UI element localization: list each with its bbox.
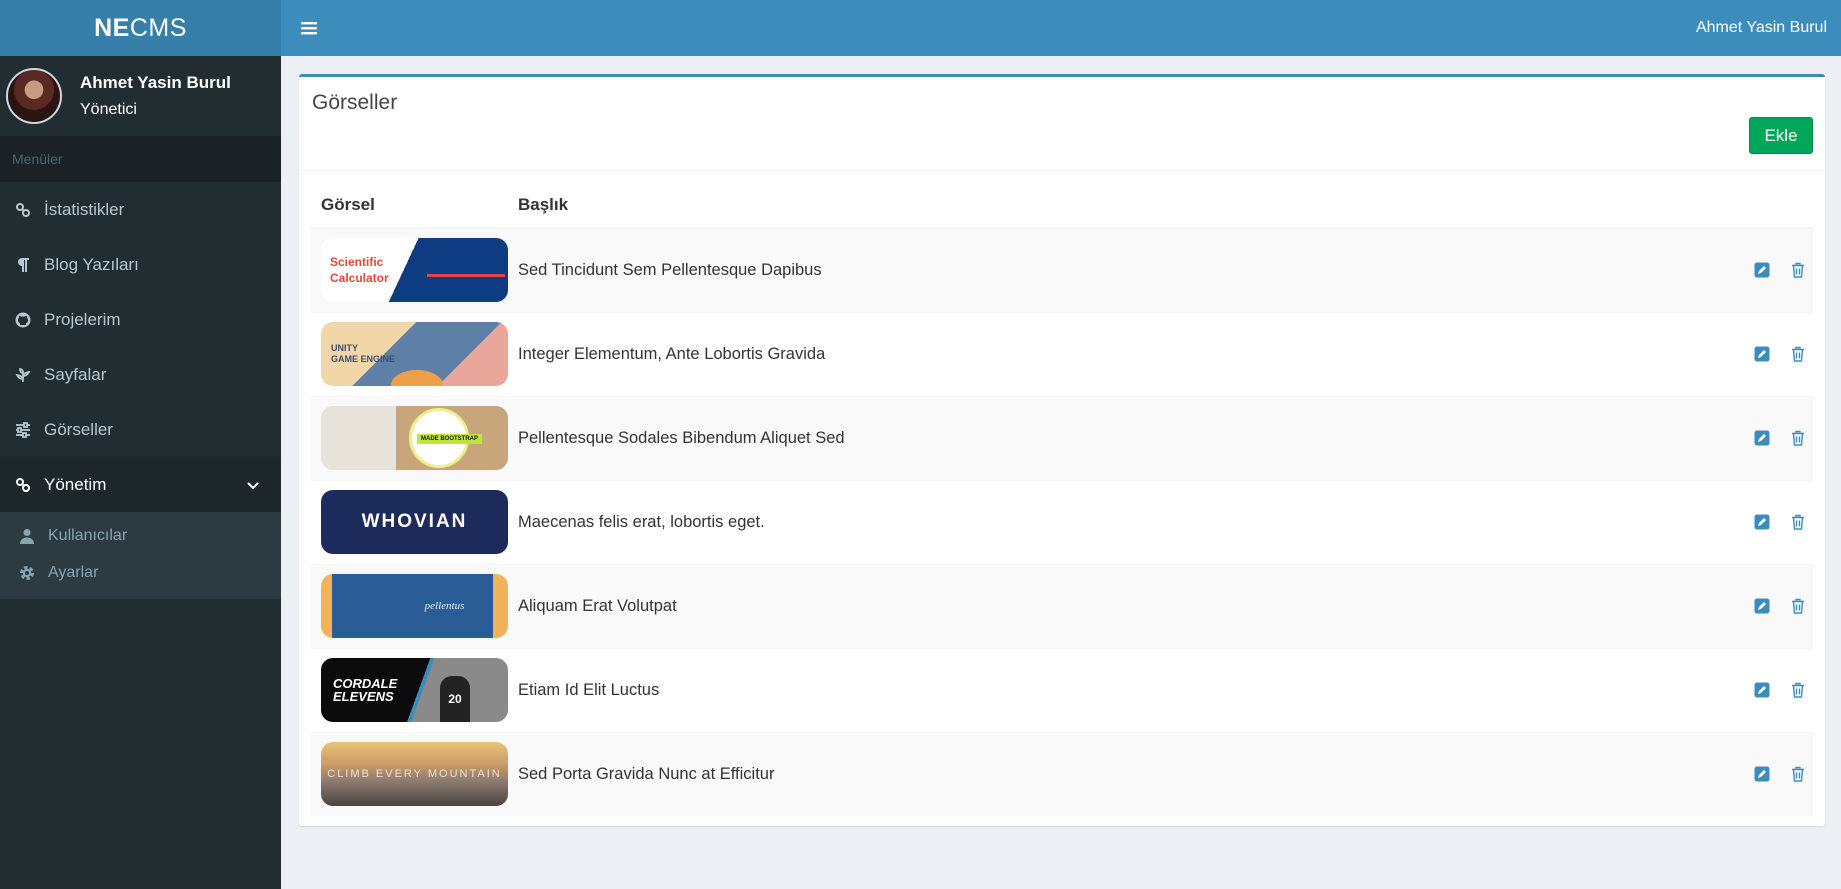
logo[interactable]: NE CMS	[0, 0, 281, 56]
column-header-image: Görsel	[311, 183, 518, 229]
edit-icon[interactable]	[1753, 429, 1771, 447]
logo-rest: CMS	[129, 13, 187, 42]
table-row: UNITY GAME ENGINE Integer Elementum, Ante…	[311, 312, 1813, 396]
top-navbar: Ahmet Yasin Burul	[281, 0, 1841, 56]
table-row: CORDALE ELEVENS 20 Etiam Id Elit Luctus	[311, 648, 1813, 732]
thumb-text: UNITY	[331, 343, 358, 353]
thumbnail-image: CLIMB EVERY MOUNTAIN	[321, 742, 508, 807]
delete-icon[interactable]	[1789, 765, 1807, 783]
delete-icon[interactable]	[1789, 261, 1807, 279]
sidebar: NE CMS Ahmet Yasin Burul Yönetici Menüler…	[0, 0, 281, 889]
thumbnail-image: pellentus	[321, 574, 508, 638]
row-title: Pellentesque Sodales Bibendum Aliquet Se…	[518, 428, 845, 447]
sidebar-item-label: Sayfalar	[44, 364, 107, 384]
edit-icon[interactable]	[1753, 597, 1771, 615]
sidebar-item-sayfalar[interactable]: Sayfalar	[0, 347, 281, 402]
menu-header: Menüler	[0, 136, 281, 182]
pagelines-icon	[14, 366, 32, 384]
user-name: Ahmet Yasin Burul	[80, 73, 231, 92]
table-row: CLIMB EVERY MOUNTAIN Sed Porta Gravida N…	[311, 732, 1813, 816]
delete-icon[interactable]	[1789, 513, 1807, 531]
row-title: Etiam Id Elit Luctus	[518, 680, 660, 699]
thumb-text: pellentus	[424, 600, 465, 612]
row-title: Maecenas felis erat, lobortis eget.	[518, 512, 765, 531]
submenu-yonetim: Kullanıcılar Ayarlar	[0, 512, 281, 599]
table-row: WHOVIAN Maecenas felis erat, lobortis eg…	[311, 480, 1813, 564]
user-panel: Ahmet Yasin Burul Yönetici	[0, 56, 281, 136]
sidebar-subitem-label: Ayarlar	[48, 563, 99, 581]
user-icon	[18, 527, 36, 545]
edit-icon[interactable]	[1753, 261, 1771, 279]
thumbnail-image: WHOVIAN	[321, 490, 508, 554]
table-row: MADE BOOTSTRAP Pellentesque Sodales Bibe…	[311, 396, 1813, 480]
edit-icon[interactable]	[1753, 513, 1771, 531]
delete-icon[interactable]	[1789, 429, 1807, 447]
logo-bold: NE	[94, 13, 130, 42]
sidebar-subitem-label: Kullanıcılar	[48, 526, 128, 544]
images-box: Görseller Ekle Görsel Başlık Scientific C…	[299, 74, 1825, 826]
sidebar-item-label: İstatistikler	[44, 199, 125, 219]
thumb-text: 20	[440, 676, 470, 722]
github-icon	[14, 311, 32, 329]
row-title: Sed Porta Gravida Nunc at Efficitur	[518, 764, 775, 783]
thumb-text: Scientific	[330, 255, 384, 270]
edit-icon[interactable]	[1753, 765, 1771, 783]
thumbnail-image: CORDALE ELEVENS 20	[321, 658, 508, 722]
thumb-text: WHOVIAN	[361, 511, 468, 532]
table-row: Scientific Calculator Sed Tincidunt Sem P…	[311, 228, 1813, 312]
avatar	[6, 68, 62, 124]
sidebar-item-label: Yönetim	[44, 474, 107, 494]
sidebar-subitem-kullanicilar[interactable]: Kullanıcılar	[0, 517, 281, 554]
thumbnail-image: UNITY GAME ENGINE	[321, 322, 508, 386]
sidebar-item-label: Görseller	[44, 419, 113, 439]
row-title: Aliquam Erat Volutpat	[518, 596, 677, 615]
thumb-text: ELEVENS	[333, 689, 394, 704]
row-title: Sed Tincidunt Sem Pellentesque Dapibus	[518, 260, 822, 279]
delete-icon[interactable]	[1789, 345, 1807, 363]
edit-icon[interactable]	[1753, 681, 1771, 699]
thumb-text: MADE BOOTSTRAP	[417, 434, 482, 444]
delete-icon[interactable]	[1789, 681, 1807, 699]
column-header-title: Başlık	[518, 183, 1573, 229]
link-icon	[14, 476, 32, 494]
chevron-down-icon[interactable]	[247, 475, 259, 495]
menu-toggle-icon[interactable]	[299, 18, 319, 38]
sidebar-item-yonetim[interactable]: Yönetim	[0, 457, 281, 512]
sidebar-item-gorseller[interactable]: Görseller	[0, 402, 281, 457]
sidebar-item-projelerim[interactable]: Projelerim	[0, 292, 281, 347]
edit-icon[interactable]	[1753, 345, 1771, 363]
images-table: Görsel Başlık Scientific Calculator Sed T…	[311, 183, 1813, 816]
thumbnail-image: Scientific Calculator	[321, 238, 508, 303]
sidebar-subitem-ayarlar[interactable]: Ayarlar	[0, 554, 281, 591]
thumb-text: CLIMB EVERY MOUNTAIN	[327, 768, 502, 781]
page-title: Görseller	[312, 91, 398, 114]
row-title: Integer Elementum, Ante Lobortis Gravida	[518, 344, 826, 363]
sidebar-item-label: Projelerim	[44, 309, 121, 329]
column-header-actions	[1572, 183, 1813, 229]
thumb-text: GAME ENGINE	[331, 354, 396, 364]
sidebar-item-blog-yazilari[interactable]: Blog Yazıları	[0, 237, 281, 292]
navbar-user-name[interactable]: Ahmet Yasin Burul	[1696, 19, 1827, 37]
sliders-icon	[14, 421, 32, 439]
delete-icon[interactable]	[1789, 597, 1807, 615]
thumbnail-image: MADE BOOTSTRAP	[321, 406, 508, 470]
paragraph-icon	[14, 256, 32, 274]
box-header: Görseller Ekle	[299, 77, 1825, 171]
user-role: Yönetici	[80, 101, 137, 118]
sidebar-item-istatistikler[interactable]: İstatistikler	[0, 182, 281, 237]
table-row: pellentus Aliquam Erat Volutpat	[311, 564, 1813, 648]
table-header-row: Görsel Başlık	[311, 183, 1813, 229]
add-button[interactable]: Ekle	[1749, 117, 1813, 154]
gear-icon	[18, 564, 36, 582]
thumb-text: Calculator	[330, 271, 389, 286]
sidebar-item-label: Blog Yazıları	[44, 254, 139, 274]
link-icon	[14, 201, 32, 219]
